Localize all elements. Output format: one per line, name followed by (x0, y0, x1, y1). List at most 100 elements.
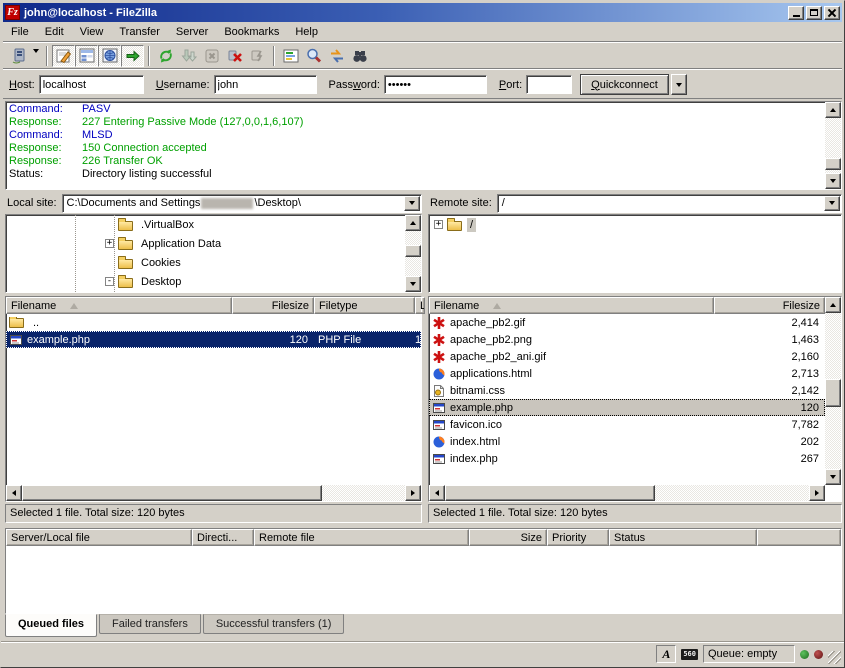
remote-file-row[interactable]: favicon.ico 7,782 (429, 416, 825, 433)
column-header-status[interactable]: Status (609, 529, 757, 546)
local-tree-scrollbar[interactable] (405, 215, 421, 292)
minimize-button[interactable] (788, 6, 804, 20)
column-header-size[interactable]: Size (469, 529, 547, 546)
local-file-row-parent[interactable]: .. (6, 314, 421, 331)
remote-file-row[interactable]: applications.html 2,713 (429, 365, 825, 382)
toggle-queue-button[interactable] (121, 45, 144, 67)
synchronized-browsing-button[interactable] (325, 45, 348, 67)
tree-expander-plus[interactable]: + (105, 239, 114, 248)
menu-edit[interactable]: Edit (37, 23, 72, 41)
remote-list-hscrollbar[interactable] (429, 485, 825, 501)
column-header-direction[interactable]: Directi... (192, 529, 254, 546)
remote-site-combo[interactable]: / (497, 194, 842, 213)
resize-grip[interactable] (828, 651, 841, 664)
reconnect-button[interactable] (246, 45, 269, 67)
remote-file-row[interactable]: index.html 202 (429, 433, 825, 450)
column-header-filetype[interactable]: Filetype (314, 297, 415, 314)
transfer-type-indicator[interactable]: A (656, 645, 676, 663)
message-log: Command:PASV Response:227 Entering Passi… (5, 101, 842, 190)
tree-item-virtualbox[interactable]: .VirtualBox (6, 215, 421, 234)
tab-failed-transfers[interactable]: Failed transfers (99, 614, 201, 634)
local-site-combo[interactable]: C:\Documents and Settings\Desktop\ (62, 194, 422, 213)
remote-file-row[interactable]: index.php 267 (429, 450, 825, 467)
scroll-thumb[interactable] (825, 158, 841, 170)
menu-transfer[interactable]: Transfer (111, 23, 168, 41)
tab-queued-files[interactable]: Queued files (5, 614, 97, 637)
local-site-combo-button[interactable] (404, 196, 420, 211)
column-header-filesize[interactable]: Filesize (714, 297, 825, 314)
scroll-down-button[interactable] (825, 173, 841, 189)
site-manager-dropdown[interactable] (30, 45, 42, 67)
directory-comparison-button[interactable] (302, 45, 325, 67)
disconnect-icon (226, 47, 244, 65)
password-input[interactable] (384, 75, 487, 94)
cancel-button[interactable] (200, 45, 223, 67)
scroll-thumb[interactable] (445, 485, 655, 501)
toggle-local-tree-button[interactable] (75, 45, 98, 67)
local-list-hscrollbar[interactable] (6, 485, 421, 501)
scroll-left-button[interactable] (6, 485, 22, 501)
tree-item-cookies[interactable]: Cookies (6, 253, 421, 272)
process-queue-button[interactable] (177, 45, 200, 67)
tree-expander-minus[interactable]: - (105, 277, 114, 286)
remote-file-row[interactable]: apache_pb2.png 1,463 (429, 331, 825, 348)
column-header-filename[interactable]: Filename (6, 297, 232, 314)
column-header-server-local-file[interactable]: Server/Local file (6, 529, 192, 546)
column-header-remote-file[interactable]: Remote file (254, 529, 469, 546)
scroll-right-button[interactable] (809, 485, 825, 501)
scroll-left-button[interactable] (429, 485, 445, 501)
close-button[interactable] (824, 6, 840, 20)
remote-file-row-selected[interactable]: example.php 120 (429, 399, 825, 416)
quickconnect-dropdown[interactable] (671, 74, 687, 95)
disconnect-button[interactable] (223, 45, 246, 67)
tab-successful-transfers[interactable]: Successful transfers (1) (203, 614, 345, 634)
scroll-thumb[interactable] (825, 379, 841, 407)
scroll-right-button[interactable] (405, 485, 421, 501)
toggle-remote-tree-button[interactable] (98, 45, 121, 67)
tree-item-root[interactable]: + / (429, 215, 841, 234)
scroll-thumb[interactable] (405, 245, 421, 257)
remote-file-row[interactable]: apache_pb2_ani.gif 2,160 (429, 348, 825, 365)
remote-file-row[interactable]: apache_pb2.gif 2,414 (429, 314, 825, 331)
scroll-down-button[interactable] (825, 469, 841, 485)
site-manager-button[interactable] (7, 45, 30, 67)
tree-expander[interactable] (105, 220, 114, 229)
tree-expander[interactable] (105, 258, 114, 267)
remote-list-vscrollbar[interactable] (825, 297, 841, 485)
tree-item-application-data[interactable]: + Application Data (6, 234, 421, 253)
message-log-scrollbar[interactable] (825, 102, 841, 189)
toggle-message-log-button[interactable] (52, 45, 75, 67)
find-files-button[interactable] (348, 45, 371, 67)
tree-item-desktop[interactable]: - Desktop (6, 272, 421, 291)
column-header-filename[interactable]: Filename (429, 297, 714, 314)
scroll-up-button[interactable] (825, 102, 841, 118)
remote-site-combo-button[interactable] (824, 196, 840, 211)
filter-button[interactable] (279, 45, 302, 67)
username-input[interactable] (214, 75, 317, 94)
menu-view[interactable]: View (72, 23, 112, 41)
arrow-down-icon (410, 282, 416, 289)
local-file-row-example-php[interactable]: example.php 120 PHP File 1 (6, 331, 421, 348)
toolbar-separator (148, 46, 150, 66)
menu-bookmarks[interactable]: Bookmarks (216, 23, 287, 41)
refresh-button[interactable] (154, 45, 177, 67)
menu-file[interactable]: File (3, 23, 37, 41)
scroll-thumb[interactable] (22, 485, 322, 501)
speed-limits-icon[interactable]: 560 (681, 649, 698, 660)
arrow-left-icon (9, 490, 16, 496)
port-input[interactable] (526, 75, 572, 94)
maximize-button[interactable] (806, 6, 822, 20)
process-queue-icon (180, 47, 198, 65)
scroll-down-button[interactable] (405, 276, 421, 292)
tree-expander-plus[interactable]: + (434, 220, 443, 229)
scroll-up-button[interactable] (405, 215, 421, 231)
quickconnect-button[interactable]: Quickconnect (580, 74, 669, 95)
menu-help[interactable]: Help (287, 23, 326, 41)
column-header-priority[interactable]: Priority (547, 529, 609, 546)
scroll-up-button[interactable] (825, 297, 841, 313)
remote-file-row[interactable]: bitnami.css 2,142 (429, 382, 825, 399)
column-header-filesize[interactable]: Filesize (232, 297, 314, 314)
host-input[interactable] (39, 75, 144, 94)
menu-server[interactable]: Server (168, 23, 216, 41)
column-header-modified[interactable]: L (415, 297, 425, 314)
